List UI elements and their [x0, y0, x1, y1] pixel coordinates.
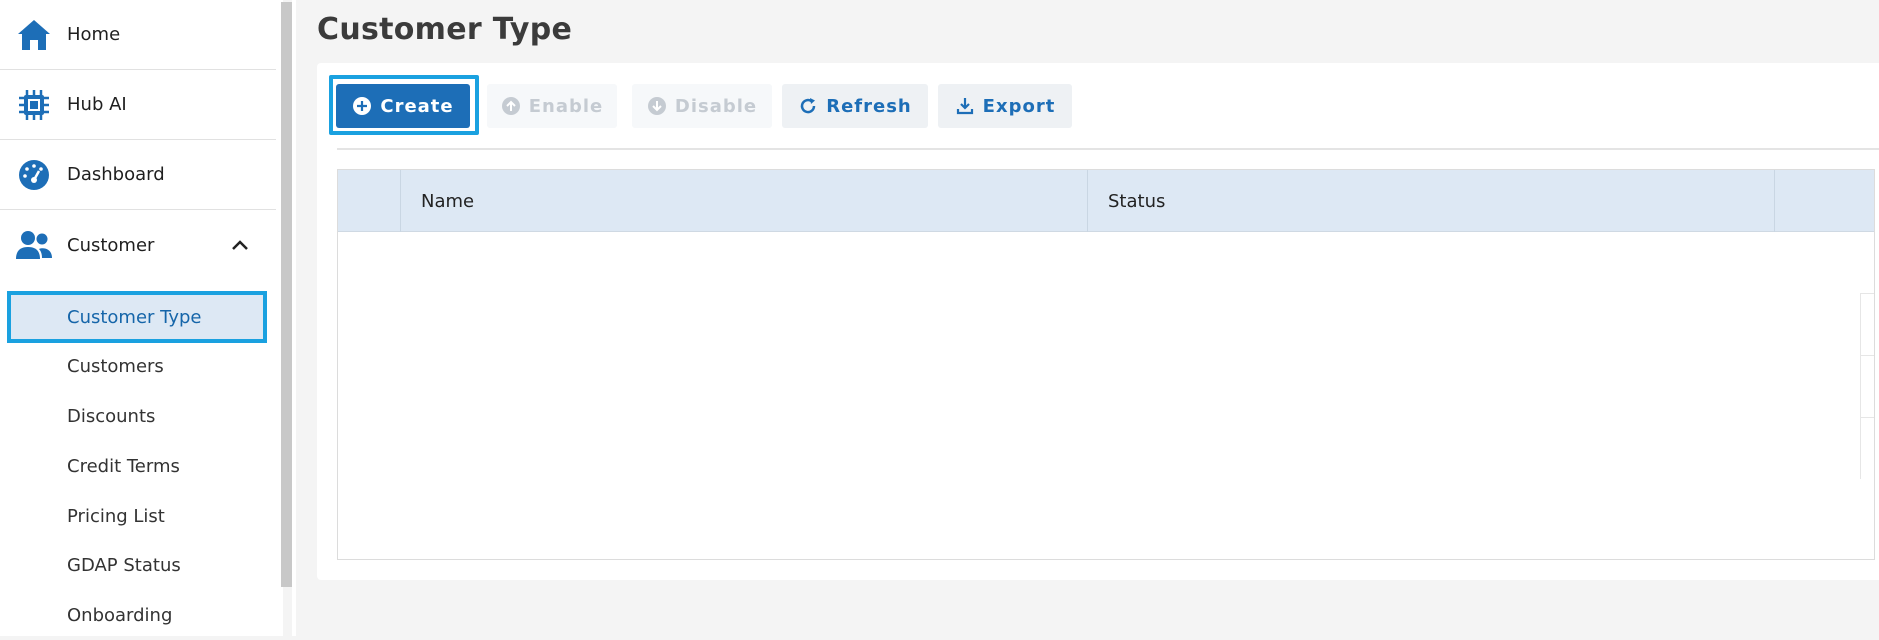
- sidebar-item-pricing-list[interactable]: Pricing List: [8, 491, 266, 541]
- sidebar-item-customers[interactable]: Customers: [8, 341, 266, 391]
- column-divider: [400, 170, 401, 232]
- nav-item-dashboard[interactable]: Dashboard: [0, 140, 276, 210]
- nav-item-label: Hub AI: [67, 94, 127, 115]
- grid-header: Name Status: [338, 170, 1874, 232]
- refresh-icon: [798, 96, 818, 116]
- nav-item-label: Home: [67, 24, 121, 45]
- export-button-label: Export: [982, 95, 1056, 117]
- nav-item-hub-ai[interactable]: Hub AI: [0, 70, 276, 140]
- sidebar-item-label: Credit Terms: [67, 455, 180, 477]
- disable-button[interactable]: Disable: [632, 84, 772, 128]
- column-header-name[interactable]: Name: [421, 170, 474, 232]
- chip-icon: [15, 86, 53, 124]
- nav-item-customer[interactable]: Customer: [0, 210, 276, 280]
- plus-circle-icon: [352, 96, 372, 116]
- grid-scroll-segment: [1860, 293, 1874, 355]
- refresh-button[interactable]: Refresh: [782, 84, 928, 128]
- sidebar-item-customer-type[interactable]: Customer Type: [7, 291, 267, 343]
- create-button[interactable]: Create: [336, 84, 470, 128]
- page-title: Customer Type: [317, 12, 573, 47]
- grid-scroll-segment: [1860, 355, 1874, 417]
- arrow-up-circle-icon: [501, 96, 521, 116]
- grid-scroll-segment: [1860, 417, 1874, 479]
- nav-item-label: Dashboard: [67, 164, 165, 185]
- sidebar-item-label: Customers: [67, 355, 164, 377]
- sidebar-gutter: [292, 0, 296, 636]
- download-icon: [955, 96, 975, 116]
- toolbar-divider: [337, 148, 1879, 150]
- arrow-down-circle-icon: [647, 96, 667, 116]
- select-all-column-header[interactable]: [338, 170, 400, 232]
- users-icon: [15, 226, 53, 264]
- sidebar-item-credit-terms[interactable]: Credit Terms: [8, 441, 266, 491]
- sidebar-item-discounts[interactable]: Discounts: [8, 391, 266, 441]
- enable-button-label: Enable: [528, 95, 604, 117]
- column-header-actions: [1775, 170, 1874, 232]
- sidebar-item-label: GDAP Status: [67, 554, 181, 576]
- sidebar-item-label: Discounts: [67, 405, 156, 427]
- export-button[interactable]: Export: [938, 84, 1072, 128]
- sidebar-item-label: Pricing List: [67, 505, 165, 527]
- sidebar-scrollbar[interactable]: [281, 2, 292, 587]
- nav-item-home[interactable]: Home: [0, 0, 276, 70]
- nav-item-label: Customer: [67, 234, 155, 256]
- sidebar-item-label: Customer Type: [67, 306, 202, 328]
- sidebar-item-gdap-status[interactable]: GDAP Status: [8, 540, 266, 590]
- chevron-up-icon[interactable]: [228, 233, 252, 257]
- refresh-button-label: Refresh: [826, 95, 912, 117]
- column-header-status[interactable]: Status: [1108, 170, 1165, 232]
- customer-type-grid: Name Status: [337, 169, 1875, 560]
- content-panel: Create Enable Disable Refresh Export Nam…: [317, 63, 1879, 580]
- home-icon: [15, 16, 53, 54]
- enable-button[interactable]: Enable: [487, 84, 617, 128]
- disable-button-label: Disable: [674, 95, 758, 117]
- toolbar: Create Enable Disable Refresh Export: [317, 63, 1879, 149]
- sidebar-item-label: Onboarding: [67, 604, 173, 626]
- create-button-label: Create: [380, 95, 454, 117]
- sidebar-item-onboarding[interactable]: Onboarding: [8, 590, 266, 640]
- sidebar: Home Hub AI Dashboard Customer Customer …: [0, 0, 283, 636]
- dashboard-gauge-icon: [15, 156, 53, 194]
- column-divider: [1087, 170, 1088, 232]
